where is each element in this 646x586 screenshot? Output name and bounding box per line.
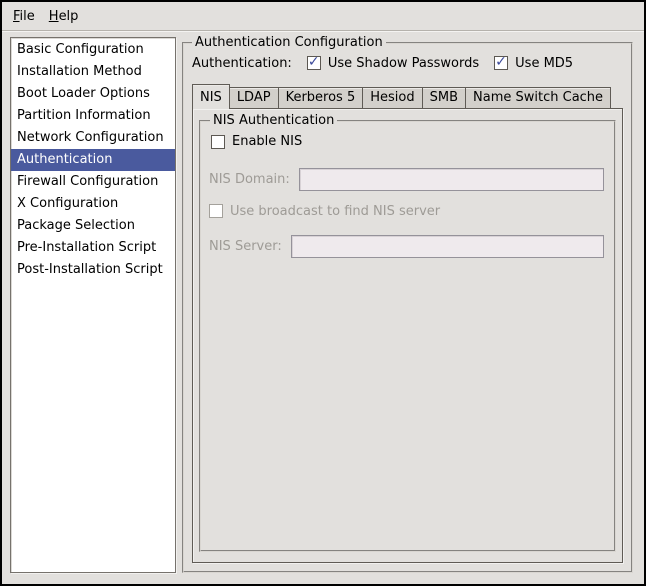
sidebar-item-package-selection[interactable]: Package Selection (11, 215, 175, 237)
nis-domain-input (299, 168, 604, 191)
authentication-configuration-frame: Authentication Configuration Authenticat… (182, 35, 633, 573)
tab-smb[interactable]: SMB (422, 87, 466, 108)
nis-domain-label: NIS Domain: (209, 172, 290, 187)
menu-file[interactable]: File (6, 6, 42, 27)
broadcast-row: Use broadcast to find NIS server (209, 204, 606, 223)
nis-authentication-frame: NIS Authentication Enable NIS NIS Domain… (199, 113, 616, 552)
use-shadow-passwords-checkbox[interactable]: Use Shadow Passwords (307, 56, 479, 71)
menu-help-accel: H (49, 9, 59, 24)
use-broadcast-label: Use broadcast to find NIS server (230, 204, 440, 219)
sidebar-item-post-installation-script[interactable]: Post-Installation Script (11, 259, 175, 281)
sidebar-item-installation-method[interactable]: Installation Method (11, 61, 175, 83)
enable-nis-row: Enable NIS (211, 134, 606, 153)
use-shadow-passwords-label: Use Shadow Passwords (328, 56, 479, 71)
kickstart-configurator-window: File Help Basic Configuration Installati… (0, 0, 646, 586)
menubar: File Help (2, 2, 644, 31)
sidebar-item-x-configuration[interactable]: X Configuration (11, 193, 175, 215)
nis-frame-title: NIS Authentication (210, 113, 337, 128)
sidebar-item-pre-installation-script[interactable]: Pre-Installation Script (11, 237, 175, 259)
sidebar-item-authentication[interactable]: Authentication (11, 149, 175, 171)
nis-tab-panel: NIS Authentication Enable NIS NIS Domain… (192, 108, 623, 563)
sidebar-item-partition-information[interactable]: Partition Information (11, 105, 175, 127)
section-list: Basic Configuration Installation Method … (10, 37, 176, 573)
tab-name-switch-cache[interactable]: Name Switch Cache (465, 87, 611, 108)
nis-domain-row: NIS Domain: (209, 168, 604, 191)
authentication-notebook: NIS LDAP Kerberos 5 Hesiod SMB Name Swit… (192, 83, 623, 563)
sidebar-item-network-configuration[interactable]: Network Configuration (11, 127, 175, 149)
checkbox-check-icon (307, 56, 321, 70)
authentication-row: Authentication: Use Shadow Passwords Use… (192, 52, 624, 74)
checkbox-check-icon (494, 56, 508, 70)
frame-title: Authentication Configuration (192, 35, 386, 50)
enable-nis-label: Enable NIS (232, 134, 302, 149)
tab-strip: NIS LDAP Kerberos 5 Hesiod SMB Name Swit… (192, 83, 623, 108)
checkbox-check-icon (211, 135, 225, 149)
checkbox-check-icon (209, 204, 223, 218)
nis-server-label: NIS Server: (209, 239, 282, 254)
nis-server-input (291, 235, 604, 258)
tab-kerberos-5[interactable]: Kerberos 5 (278, 87, 364, 108)
use-md5-label: Use MD5 (515, 56, 573, 71)
nis-server-row: NIS Server: (209, 235, 604, 258)
use-md5-checkbox[interactable]: Use MD5 (494, 56, 573, 71)
content-area: Basic Configuration Installation Method … (2, 31, 644, 584)
enable-nis-checkbox[interactable]: Enable NIS (211, 134, 302, 149)
tab-ldap[interactable]: LDAP (229, 87, 279, 108)
sidebar-item-boot-loader-options[interactable]: Boot Loader Options (11, 83, 175, 105)
menu-file-rest: ile (20, 9, 35, 24)
tab-hesiod[interactable]: Hesiod (362, 87, 422, 108)
authentication-label: Authentication: (192, 56, 292, 71)
sidebar-item-basic-configuration[interactable]: Basic Configuration (11, 39, 175, 61)
sidebar-item-firewall-configuration[interactable]: Firewall Configuration (11, 171, 175, 193)
tab-nis[interactable]: NIS (192, 84, 230, 109)
menu-help[interactable]: Help (42, 6, 86, 27)
use-broadcast-checkbox: Use broadcast to find NIS server (209, 204, 440, 219)
menu-help-rest: elp (59, 9, 79, 24)
